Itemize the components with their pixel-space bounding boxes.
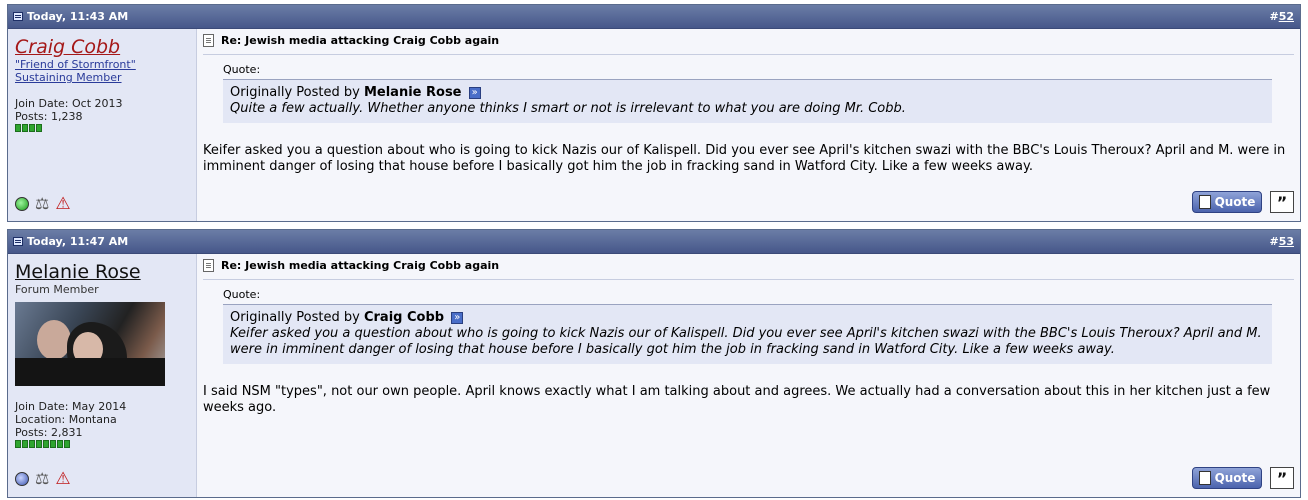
post-count: Posts: 1,238 <box>15 110 83 123</box>
quote-text: Keifer asked you a question about who is… <box>230 326 1262 357</box>
rep-pip <box>29 440 35 448</box>
rep-pip <box>22 440 28 448</box>
post-title: Re: Jewish media attacking Craig Cobb ag… <box>203 34 1294 55</box>
location: Location: Montana <box>15 413 117 426</box>
post-number-link[interactable]: 53 <box>1279 235 1294 248</box>
rep-pip <box>15 440 21 448</box>
reputation-bar <box>15 124 189 132</box>
quote-attribution: Originally Posted by Craig Cobb <box>230 310 1265 326</box>
offline-status-icon <box>15 472 29 486</box>
quote-box: Originally Posted by Melanie Rose Quite … <box>223 79 1272 123</box>
post-number-link[interactable]: 52 <box>1279 10 1294 23</box>
avatar[interactable] <box>15 302 165 386</box>
quote-box: Originally Posted by Craig Cobb Keifer a… <box>223 304 1272 364</box>
quote-button[interactable]: Quote <box>1192 191 1262 213</box>
quote-button-label: Quote <box>1214 471 1256 485</box>
user-title: Forum Member <box>15 283 99 296</box>
pencil-icon <box>1198 195 1211 209</box>
rep-pip <box>50 440 56 448</box>
join-date: Join Date: May 2014 <box>15 400 127 413</box>
post-icon <box>13 12 23 21</box>
post-number: #52 <box>1269 10 1294 23</box>
post-number: #53 <box>1269 235 1294 248</box>
post-title: Re: Jewish media attacking Craig Cobb ag… <box>203 259 1294 280</box>
message-text: Keifer asked you a question about who is… <box>203 143 1286 174</box>
post-header: Today, 11:47 AM #53 <box>8 230 1300 254</box>
warning-triangle-icon[interactable]: ⚠ <box>55 196 70 213</box>
rep-pip <box>36 440 42 448</box>
multiquote-icon[interactable]: ” <box>1270 191 1294 213</box>
pencil-icon <box>1198 471 1211 485</box>
post-actions: Quote ” <box>1192 191 1294 213</box>
quote-label: Quote: <box>223 63 261 76</box>
quote-button-label: Quote <box>1214 195 1256 209</box>
message-panel: Re: Jewish media attacking Craig Cobb ag… <box>197 254 1300 497</box>
post-title-text: Re: Jewish media attacking Craig Cobb ag… <box>221 259 500 272</box>
user-panel: Craig Cobb "Friend of Stormfront" Sustai… <box>8 29 197 221</box>
user-status-icons: ⚖ ⚠ <box>15 471 71 488</box>
document-icon <box>203 259 214 272</box>
document-icon <box>203 34 214 47</box>
quote-text: Quite a few actually. Whether anyone thi… <box>230 101 906 116</box>
user-title-member[interactable]: Sustaining Member <box>15 71 189 84</box>
join-date: Join Date: Oct 2013 <box>15 97 123 110</box>
reputation-bar <box>15 440 189 448</box>
user-status-icons: ⚖ ⚠ <box>15 196 71 213</box>
warning-triangle-icon[interactable]: ⚠ <box>55 471 70 488</box>
message-text: I said NSM "types", not our own people. … <box>203 384 1271 415</box>
quote-attribution: Originally Posted by Melanie Rose <box>230 85 1265 101</box>
quote-by-prefix: Originally Posted by <box>230 85 364 100</box>
post-count: Posts: 2,831 <box>15 426 83 439</box>
view-post-icon[interactable] <box>468 85 481 101</box>
post-53: Today, 11:47 AM #53 Melanie Rose Forum M… <box>7 229 1301 498</box>
post-number-hash: # <box>1269 235 1279 248</box>
rep-pip <box>22 124 28 132</box>
rep-pip <box>57 440 63 448</box>
quote-block: Quote: Originally Posted by Craig Cobb K… <box>223 288 1272 364</box>
message-panel: Re: Jewish media attacking Craig Cobb ag… <box>197 29 1300 221</box>
username-link[interactable]: Craig Cobb <box>15 36 120 58</box>
post-timestamp: Today, 11:47 AM <box>27 235 129 248</box>
post-icon <box>13 237 23 246</box>
user-title-friend[interactable]: "Friend of Stormfront" <box>15 58 189 71</box>
rep-pip <box>29 124 35 132</box>
post-header: Today, 11:43 AM #52 <box>8 5 1300 29</box>
rep-pip <box>43 440 49 448</box>
quote-block: Quote: Originally Posted by Melanie Rose… <box>223 63 1272 123</box>
quote-button[interactable]: Quote <box>1192 467 1262 489</box>
post-actions: Quote ” <box>1192 467 1294 489</box>
post-title-text: Re: Jewish media attacking Craig Cobb ag… <box>221 34 500 47</box>
rep-pip <box>15 124 21 132</box>
quote-author: Melanie Rose <box>363 85 462 100</box>
quote-by-prefix: Originally Posted by <box>230 310 364 325</box>
user-panel: Melanie Rose Forum Member Join Date: May… <box>8 254 197 497</box>
rep-pip <box>64 440 70 448</box>
post-timestamp: Today, 11:43 AM <box>27 10 129 23</box>
rep-pip <box>36 124 42 132</box>
username-link[interactable]: Melanie Rose <box>15 261 141 283</box>
multiquote-icon[interactable]: ” <box>1270 467 1294 489</box>
quote-label: Quote: <box>223 288 261 301</box>
quote-author: Craig Cobb <box>363 310 445 325</box>
scales-icon[interactable]: ⚖ <box>35 471 49 487</box>
scales-icon[interactable]: ⚖ <box>35 196 49 212</box>
post-number-hash: # <box>1269 10 1279 23</box>
online-status-icon <box>15 197 29 211</box>
view-post-icon[interactable] <box>451 310 464 326</box>
post-52: Today, 11:43 AM #52 Craig Cobb "Friend o… <box>7 4 1301 222</box>
